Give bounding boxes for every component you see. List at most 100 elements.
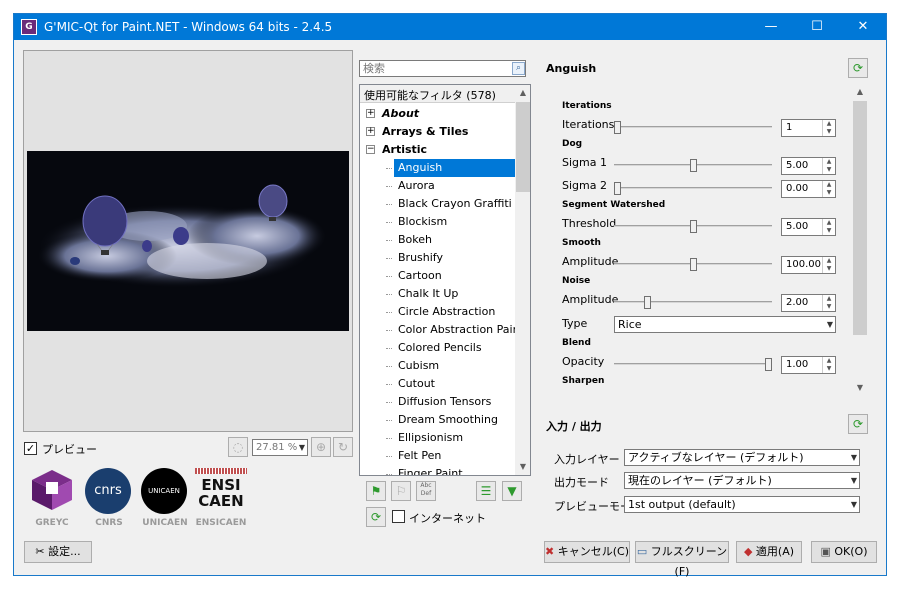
collapse-icon[interactable]: − [366, 145, 375, 154]
input-layer-combo[interactable]: アクティブなレイヤー (デフォルト) ▼ [624, 449, 860, 466]
slider-thumb[interactable] [689, 159, 697, 172]
spin-down-icon[interactable]: ▼ [822, 265, 835, 273]
spin-down-icon[interactable]: ▼ [822, 303, 835, 311]
type-combo[interactable]: Rice ▼ [614, 316, 836, 333]
filter-item[interactable]: Ellipsionism [360, 429, 516, 447]
filter-item[interactable]: Cartoon [360, 267, 516, 285]
fullscreen-button[interactable]: ▭ フルスクリーン(F) [635, 541, 729, 578]
filter-tree[interactable]: 使用可能なフィルタ (578) + About + Arrays & Tiles… [359, 84, 531, 476]
spinbox[interactable]: 100.00 ▲ ▼ [781, 256, 836, 274]
spin-up-icon[interactable]: ▲ [822, 295, 835, 303]
spinbox-value: 1 [786, 122, 793, 133]
filter-item[interactable]: Blockism [360, 213, 516, 231]
cancel-button[interactable]: ✖ キャンセル(C) [544, 541, 630, 563]
filter-item[interactable]: Cubism [360, 357, 516, 375]
zoom-combo[interactable]: 27.81 % ▼ [252, 439, 308, 456]
slider-thumb[interactable] [644, 296, 652, 309]
spin-up-icon[interactable]: ▲ [822, 158, 835, 166]
spinbox[interactable]: 1.00 ▲ ▼ [781, 356, 836, 374]
spin-up-icon[interactable]: ▲ [822, 257, 835, 265]
filter-item[interactable]: Finger Paint [360, 465, 516, 475]
spinbox[interactable]: 5.00 ▲ ▼ [781, 218, 836, 236]
zoom-fit-button[interactable]: ◌ [228, 437, 248, 457]
scroll-thumb[interactable] [516, 102, 530, 192]
expand-all-button[interactable]: ▼ [502, 481, 522, 501]
add-fave-button[interactable]: ⚑ [366, 481, 386, 501]
output-mode-label: 出力モード [554, 476, 609, 489]
preview-checkbox[interactable]: ✓ [24, 442, 37, 455]
category-about[interactable]: + About [360, 105, 516, 123]
zoom-reset-button[interactable]: ↻ [333, 437, 353, 457]
scroll-down-icon[interactable]: ▼ [852, 380, 868, 396]
search-icon[interactable]: ⌕ [512, 62, 525, 75]
rename-fave-icon[interactable]: Abc Def [416, 481, 436, 501]
ok-button[interactable]: ▣ OK(O) [811, 541, 877, 563]
filter-item[interactable]: Anguish [360, 159, 516, 177]
slider-thumb[interactable] [614, 182, 621, 195]
tree-scrollbar[interactable]: ▲ ▼ [515, 85, 530, 475]
filter-item[interactable]: Cutout [360, 375, 516, 393]
close-button[interactable]: ✕ [840, 14, 886, 40]
search-input[interactable]: 検索 [359, 60, 526, 77]
output-mode-combo[interactable]: 現在のレイヤー (デフォルト) ▼ [624, 472, 860, 489]
slider-track[interactable] [614, 363, 772, 365]
slider-thumb[interactable] [689, 220, 697, 233]
spin-down-icon[interactable]: ▼ [822, 166, 835, 174]
filter-item[interactable]: Brushify [360, 249, 516, 267]
zoom-in-button[interactable]: ⊕ [311, 437, 331, 457]
slider-track[interactable] [614, 126, 772, 128]
scroll-up-icon[interactable]: ▲ [852, 84, 868, 100]
scroll-thumb[interactable] [853, 101, 867, 335]
preview-area[interactable] [23, 50, 353, 432]
spin-down-icon[interactable]: ▼ [822, 365, 835, 373]
filter-item[interactable]: Aurora [360, 177, 516, 195]
spin-down-icon[interactable]: ▼ [822, 128, 835, 136]
spinbox[interactable]: 2.00 ▲ ▼ [781, 294, 836, 312]
tree-connector [386, 366, 392, 367]
slider-track[interactable] [614, 187, 772, 189]
slider-track[interactable] [614, 301, 772, 303]
spin-up-icon[interactable]: ▲ [822, 219, 835, 227]
spinbox[interactable]: 1 ▲ ▼ [781, 119, 836, 137]
tree-connector [386, 438, 392, 439]
spinbox[interactable]: 0.00 ▲ ▼ [781, 180, 836, 198]
spin-up-icon[interactable]: ▲ [822, 357, 835, 365]
category-artistic[interactable]: − Artistic [360, 141, 516, 159]
reset-params-button[interactable]: ⟳ [848, 58, 868, 78]
remove-fave-button[interactable]: ⚐ [391, 481, 411, 501]
filter-item[interactable]: Color Abstraction Paint [360, 321, 524, 339]
apply-button[interactable]: ◆ 適用(A) [736, 541, 802, 563]
filter-item[interactable]: Felt Pen [360, 447, 516, 465]
visibility-list-button[interactable]: ☰ [476, 481, 496, 501]
params-scrollbar[interactable]: ▲ ▼ [852, 84, 868, 396]
spin-down-icon[interactable]: ▼ [822, 189, 835, 197]
ok-icon: ▣ [820, 545, 831, 558]
category-arrays-tiles[interactable]: + Arrays & Tiles [360, 123, 516, 141]
spin-down-icon[interactable]: ▼ [822, 227, 835, 235]
minimize-button[interactable]: — [748, 14, 794, 40]
spin-up-icon[interactable]: ▲ [822, 120, 835, 128]
filter-item[interactable]: Circle Abstraction [360, 303, 516, 321]
slider-thumb[interactable] [614, 121, 621, 134]
filter-item[interactable]: Colored Pencils [360, 339, 516, 357]
preview-mode-combo[interactable]: 1st output (default) ▼ [624, 496, 860, 513]
update-filters-button[interactable]: ⟳ [366, 507, 386, 527]
expand-icon[interactable]: + [366, 127, 375, 136]
slider-thumb[interactable] [765, 358, 772, 371]
filter-item[interactable]: Diffusion Tensors [360, 393, 516, 411]
maximize-button[interactable]: ☐ [794, 14, 840, 40]
spin-up-icon[interactable]: ▲ [822, 181, 835, 189]
scroll-down-icon[interactable]: ▼ [515, 459, 530, 475]
internet-checkbox[interactable] [392, 510, 405, 523]
filter-item[interactable]: Bokeh [360, 231, 516, 249]
io-refresh-button[interactable]: ⟳ [848, 414, 868, 434]
scroll-up-icon[interactable]: ▲ [515, 85, 530, 101]
filter-item[interactable]: Black Crayon Graffiti [360, 195, 516, 213]
settings-button[interactable]: ✂ 設定... [24, 541, 92, 563]
slider-thumb[interactable] [689, 258, 697, 271]
spinbox[interactable]: 5.00 ▲ ▼ [781, 157, 836, 175]
filter-item[interactable]: Dream Smoothing [360, 411, 516, 429]
tree-connector [386, 222, 392, 223]
expand-icon[interactable]: + [366, 109, 375, 118]
filter-item[interactable]: Chalk It Up [360, 285, 516, 303]
